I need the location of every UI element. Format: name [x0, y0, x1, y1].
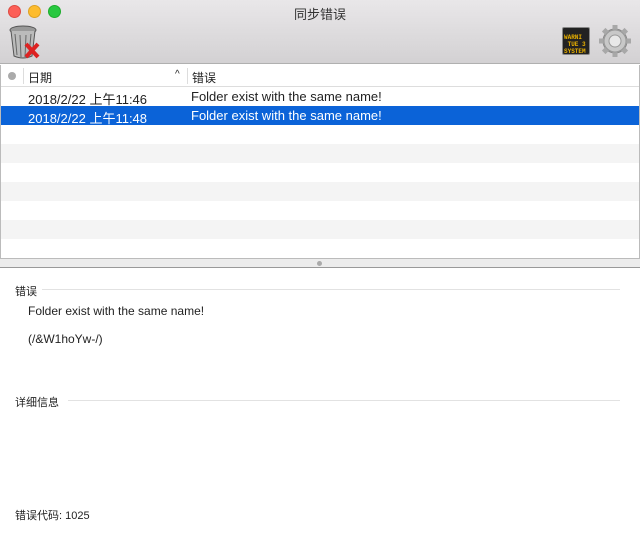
error-message: Folder exist with the same name! [28, 304, 205, 318]
table-row-selected[interactable]: 2018/2/22 上午11:48 Folder exist with the … [1, 106, 639, 126]
title-bar: 同步错误 WARNI TUE 3 SYSTEM [0, 0, 640, 64]
empty-row [1, 182, 639, 201]
empty-row [1, 220, 639, 239]
error-path: (/&W1hoYw-/) [28, 332, 103, 346]
table-header: 日期 ^ 错误 [1, 65, 639, 87]
gear-icon [599, 25, 631, 57]
split-view-divider[interactable] [0, 258, 640, 268]
errors-table: 日期 ^ 错误 2018/2/22 上午11:46 Folder exist w… [0, 65, 640, 258]
divider-handle-icon [317, 261, 322, 266]
delete-errors-button[interactable] [8, 24, 42, 63]
error-section-label: 错误 [15, 286, 37, 298]
empty-row [1, 201, 639, 220]
empty-row [1, 239, 639, 258]
error-column-header[interactable]: 错误 [192, 69, 216, 86]
empty-row [1, 144, 639, 163]
status-column-header[interactable] [8, 72, 16, 80]
settings-button[interactable] [598, 24, 632, 61]
error-code: 错误代码: 1025 [15, 510, 90, 522]
divider [42, 289, 620, 290]
empty-row [1, 163, 639, 182]
warning-console-icon: WARNI TUE 3 SYSTEM [564, 34, 586, 55]
date-column-header[interactable]: 日期 [28, 69, 52, 86]
row-error: Folder exist with the same name! [191, 108, 382, 123]
window-title: 同步错误 [293, 7, 346, 22]
details-section-label: 详细信息 [15, 397, 59, 409]
empty-row [1, 125, 639, 144]
divider [68, 400, 620, 401]
sort-ascending-icon: ^ [175, 69, 180, 80]
trash-with-x-icon [9, 25, 40, 59]
table-row[interactable]: 2018/2/22 上午11:46 Folder exist with the … [1, 87, 639, 107]
row-error: Folder exist with the same name! [191, 89, 382, 104]
log-console-button[interactable]: WARNI TUE 3 SYSTEM [562, 27, 590, 55]
